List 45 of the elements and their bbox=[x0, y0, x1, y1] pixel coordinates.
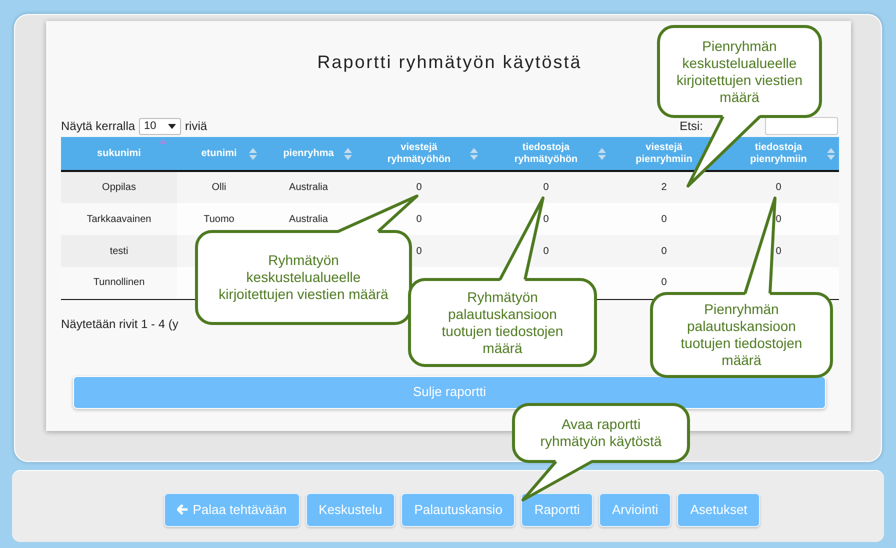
table-cell: 0 bbox=[416, 246, 422, 256]
table-cell: 0 bbox=[543, 214, 549, 224]
nav-button[interactable]: Asetukset bbox=[677, 492, 760, 526]
rows-label: riviä bbox=[185, 118, 208, 135]
table-cell: 0 bbox=[776, 182, 782, 193]
nav-button[interactable]: Raportti bbox=[521, 492, 593, 526]
nav-button[interactable]: Palautuskansio bbox=[401, 492, 516, 526]
column-header[interactable]: etunimi bbox=[177, 137, 261, 171]
nav-button[interactable]: Arviointi bbox=[598, 492, 672, 526]
close-report-button[interactable]: Sulje raportti bbox=[73, 376, 826, 408]
table-cell: Oppilas bbox=[102, 182, 136, 193]
table-cell: 0 bbox=[776, 214, 782, 224]
table-cell: Tarkkaavainen bbox=[86, 214, 152, 224]
table-cell: Australia bbox=[289, 214, 328, 224]
table-cell: testi bbox=[110, 246, 128, 256]
rows-per-page-select[interactable]: 10 bbox=[139, 118, 182, 134]
table-cell: 2 bbox=[661, 182, 667, 193]
table-cell: Tuomo bbox=[204, 214, 234, 224]
column-header[interactable]: tiedostoja ryhmätyöhön bbox=[482, 137, 610, 171]
table-cell: 0 bbox=[416, 214, 422, 224]
arrow-left-icon bbox=[176, 504, 188, 515]
table-cell: Olli bbox=[212, 182, 226, 193]
column-header[interactable]: viestejä ryhmätyöhön bbox=[356, 137, 482, 171]
column-header[interactable]: pienryhma bbox=[261, 137, 356, 171]
nav-button[interactable]: Keskustelu bbox=[306, 492, 396, 526]
table-cell: 0 bbox=[543, 182, 549, 193]
column-header[interactable]: sukunimi bbox=[61, 137, 177, 171]
table-cell: 0 bbox=[661, 277, 667, 288]
rows-label: Näytä kerralla bbox=[61, 118, 136, 135]
search-label: Etsi: bbox=[680, 118, 703, 135]
table-cell: Tunnollinen bbox=[93, 277, 145, 288]
callout-tooltip: Ryhmätyön palautuskansioon tuotujen tiedostojen määrä bbox=[408, 278, 597, 367]
table-cell: 0 bbox=[543, 246, 549, 256]
search-field[interactable] bbox=[765, 117, 838, 135]
table-cell: 0 bbox=[416, 182, 422, 193]
table-cell: Australia bbox=[289, 182, 328, 193]
caret-icon bbox=[168, 124, 176, 128]
callout-tooltip: Pienryhmän palautuskansioon tuotujen tiedostojen määrä bbox=[650, 292, 833, 378]
table-info: Näytetään rivit 1 - 4 (y bbox=[61, 316, 178, 332]
column-header[interactable]: tiedostoja pienryhmiin bbox=[718, 137, 839, 171]
report-title: Raportti ryhmätyön käytöstä bbox=[317, 51, 582, 74]
table-cell: 0 bbox=[661, 246, 667, 256]
table-cell: 0 bbox=[776, 246, 782, 256]
nav-button[interactable]: Palaa tehtävään bbox=[164, 492, 300, 526]
table-cell: 0 bbox=[661, 214, 667, 224]
